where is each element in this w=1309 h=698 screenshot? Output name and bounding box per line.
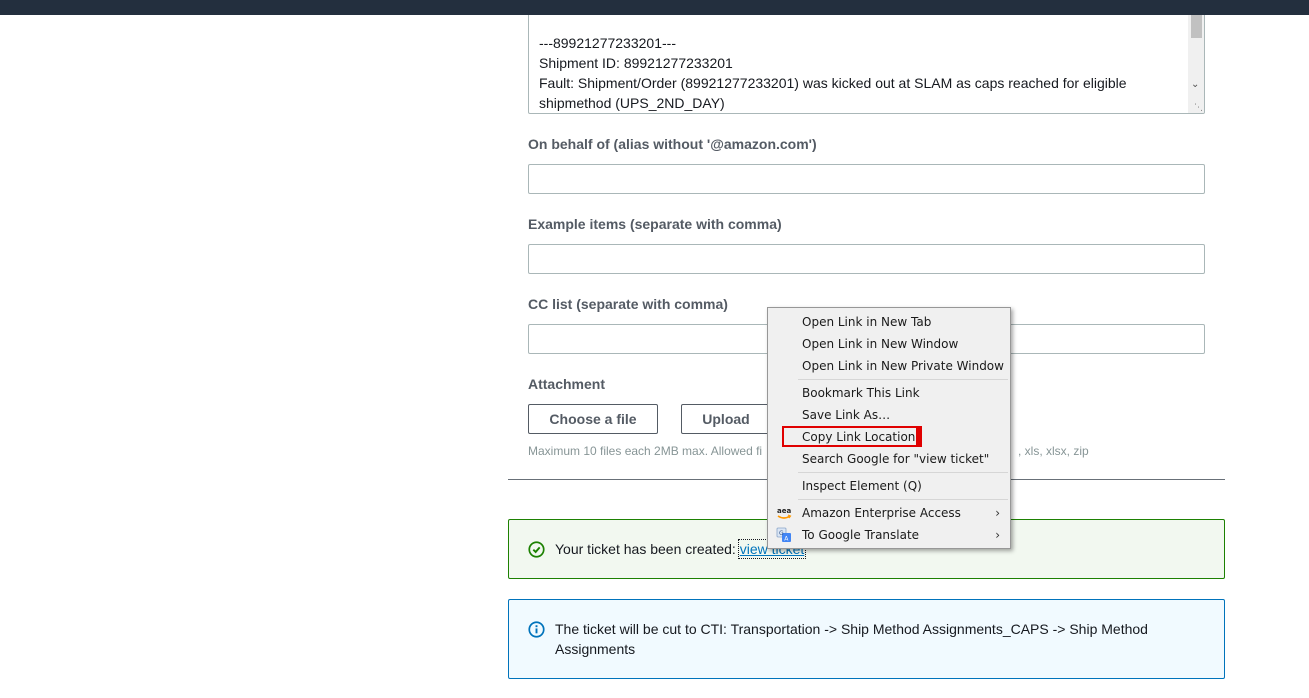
- translate-icon: G A: [776, 527, 791, 543]
- description-text: ---89921277233201--- Shipment ID: 899212…: [539, 33, 1179, 113]
- attachment-hint: Maximum 10 files each 2MB max. Allowed f…: [528, 444, 763, 458]
- menu-item-open-new-tab[interactable]: Open Link in New Tab: [768, 311, 1010, 333]
- description-line: ---89921277233201---: [539, 35, 676, 51]
- description-line: Shipment ID: 89921277233201: [539, 55, 733, 71]
- on-behalf-label: On behalf of (alias without '@amazon.com…: [528, 136, 817, 152]
- info-message: The ticket will be cut to CTI: Transport…: [555, 621, 1148, 657]
- info-icon: [528, 621, 545, 638]
- menu-item-bookmark-link[interactable]: Bookmark This Link: [768, 382, 1010, 404]
- description-line: shipmethod (UPS_2ND_DAY): [539, 95, 725, 111]
- attachment-hint-tail: , xls, xlsx, zip: [1018, 444, 1089, 458]
- menu-item-open-private-window[interactable]: Open Link in New Private Window: [768, 355, 1010, 377]
- upload-button[interactable]: Upload: [681, 404, 771, 434]
- example-items-input[interactable]: [528, 244, 1205, 274]
- description-textarea[interactable]: ---89921277233201--- Shipment ID: 899212…: [528, 15, 1205, 114]
- context-menu: Open Link in New Tab Open Link in New Wi…: [767, 307, 1011, 549]
- menu-item-save-link-as[interactable]: Save Link As…: [768, 404, 1010, 426]
- top-navigation-bar: [0, 0, 1309, 15]
- choose-file-button[interactable]: Choose a file: [528, 404, 658, 434]
- svg-text:aea: aea: [777, 507, 791, 515]
- menu-separator: [798, 379, 1008, 380]
- check-circle-icon: [528, 541, 545, 558]
- resize-grip-icon[interactable]: ⋱: [1194, 103, 1203, 112]
- amazon-icon: aea: [777, 507, 791, 519]
- success-text: Your ticket has been created:: [555, 541, 740, 557]
- cc-list-label: CC list (separate with comma): [528, 296, 728, 312]
- menu-item-inspect-element[interactable]: Inspect Element (Q): [768, 475, 1010, 497]
- scrollbar-thumb[interactable]: [1191, 15, 1202, 38]
- menu-item-open-new-window[interactable]: Open Link in New Window: [768, 333, 1010, 355]
- submenu-arrow-icon: ›: [995, 506, 1000, 520]
- description-line: Fault: Shipment/Order (89921277233201) w…: [539, 75, 1127, 91]
- menu-item-amazon-enterprise-access[interactable]: aea Amazon Enterprise Access ›: [768, 502, 1010, 524]
- menu-item-google-translate[interactable]: G A To Google Translate ›: [768, 524, 1010, 546]
- on-behalf-input[interactable]: [528, 164, 1205, 194]
- attachment-label: Attachment: [528, 376, 606, 392]
- menu-item-search-google[interactable]: Search Google for "view ticket": [768, 448, 1010, 470]
- example-items-label: Example items (separate with comma): [528, 216, 782, 232]
- info-alert: The ticket will be cut to CTI: Transport…: [508, 599, 1225, 679]
- menu-separator: [798, 499, 1008, 500]
- menu-item-copy-link-location[interactable]: Copy Link Location: [768, 426, 1010, 448]
- scroll-down-arrow-icon[interactable]: ⌄: [1191, 79, 1199, 90]
- menu-separator: [798, 472, 1008, 473]
- svg-text:G: G: [779, 530, 784, 537]
- textarea-scrollbar[interactable]: ⌄: [1188, 15, 1204, 113]
- submenu-arrow-icon: ›: [995, 528, 1000, 542]
